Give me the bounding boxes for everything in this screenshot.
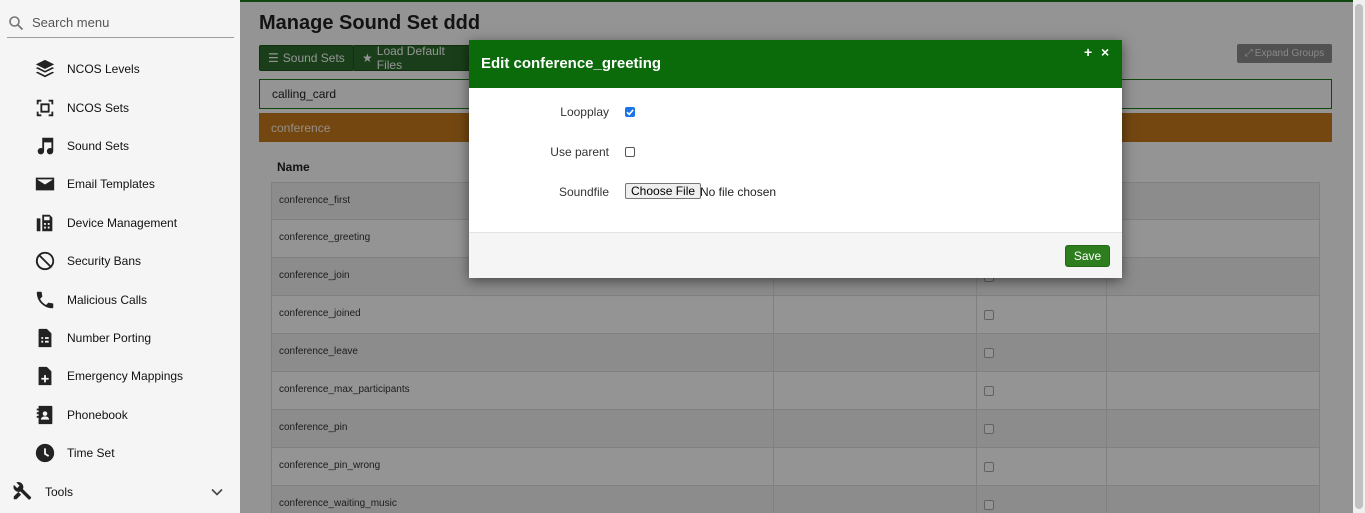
sidebar-item-malicious-calls[interactable]: Malicious Calls [0, 281, 240, 319]
page-scrollbar[interactable] [1353, 0, 1365, 513]
sidebar-item-label: Emergency Mappings [67, 369, 184, 383]
search-menu [7, 8, 234, 38]
sidebar-item-tools[interactable]: Tools [0, 478, 240, 506]
check-icon [626, 109, 634, 116]
sidebar-item-label: Time Set [67, 446, 115, 460]
choose-file-button[interactable]: Choose File [625, 183, 702, 199]
sidebar-item-label: Phonebook [67, 408, 128, 422]
use-parent-checkbox[interactable] [625, 147, 635, 157]
sidebar-item-emergency-mappings[interactable]: Emergency Mappings [0, 357, 240, 395]
no-file-chosen-text: No file chosen [700, 185, 777, 199]
search-input[interactable] [32, 15, 222, 30]
sidebar-item-security-bans[interactable]: Security Bans [0, 242, 240, 280]
sidebar-item-time-set[interactable]: Time Set [0, 434, 240, 472]
close-icon[interactable]: × [1101, 44, 1109, 60]
search-icon [9, 15, 24, 30]
select-frame-icon [33, 96, 57, 120]
sidebar-item-label: Security Bans [67, 254, 142, 268]
sidebar-item-ncos-levels[interactable]: NCOS Levels [0, 50, 240, 88]
sidebar-item-label: Sound Sets [67, 139, 130, 153]
sidebar-item-email-templates[interactable]: Email Templates [0, 165, 240, 203]
contact-book-icon [33, 403, 57, 427]
sidebar-item-ncos-sets[interactable]: NCOS Sets [0, 89, 240, 127]
use-parent-label: Use parent [550, 145, 609, 159]
dialog-title: Edit conference_greeting [481, 55, 662, 72]
sidebar-item-number-porting[interactable]: Number Porting [0, 319, 240, 357]
dialog-footer: Save [469, 232, 1122, 278]
loopplay-row: Loopplay [469, 102, 1122, 122]
loopplay-checkbox[interactable] [625, 107, 635, 117]
sidebar-item-device-management[interactable]: Device Management [0, 204, 240, 242]
tools-icon [11, 480, 35, 504]
scrollbar-thumb[interactable] [1355, 4, 1363, 509]
soundfile-label: Soundfile [558, 185, 609, 199]
sidebar-item-sound-sets[interactable]: Sound Sets [0, 127, 240, 165]
save-button[interactable]: Save [1065, 245, 1110, 267]
sidebar-item-label: Tools [45, 485, 74, 499]
layers-icon [33, 57, 57, 81]
sidebar: NCOS Levels NCOS Sets Sound Sets Email T… [0, 0, 240, 513]
fax-icon [33, 211, 57, 235]
loopplay-label: Loopplay [560, 105, 609, 119]
sidebar-item-label: Malicious Calls [67, 293, 148, 307]
sidebar-item-label: NCOS Levels [67, 62, 140, 76]
sidebar-item-label: Email Templates [67, 177, 155, 191]
use-parent-row: Use parent [469, 142, 1122, 162]
sidebar-item-label: NCOS Sets [67, 101, 130, 115]
phone-icon [33, 288, 57, 312]
dialog-header: Edit conference_greeting + × [469, 40, 1122, 88]
medical-file-icon [33, 364, 57, 388]
dialog-body: Loopplay Use parent Soundfile Choose Fil… [469, 88, 1122, 232]
envelope-icon [33, 172, 57, 196]
soundfile-row: Soundfile Choose File No file chosen [469, 183, 1122, 203]
ban-icon [33, 249, 57, 273]
clock-icon [33, 441, 57, 465]
sim-card-icon [33, 326, 57, 350]
edit-sound-dialog: Edit conference_greeting + × Loopplay Us… [469, 40, 1122, 278]
chevron-down-icon [211, 488, 223, 496]
music-note-icon [33, 134, 57, 158]
maximize-icon[interactable]: + [1084, 44, 1092, 60]
sidebar-item-label: Number Porting [67, 331, 152, 345]
sidebar-item-phonebook[interactable]: Phonebook [0, 396, 240, 434]
sidebar-item-label: Device Management [67, 216, 178, 230]
